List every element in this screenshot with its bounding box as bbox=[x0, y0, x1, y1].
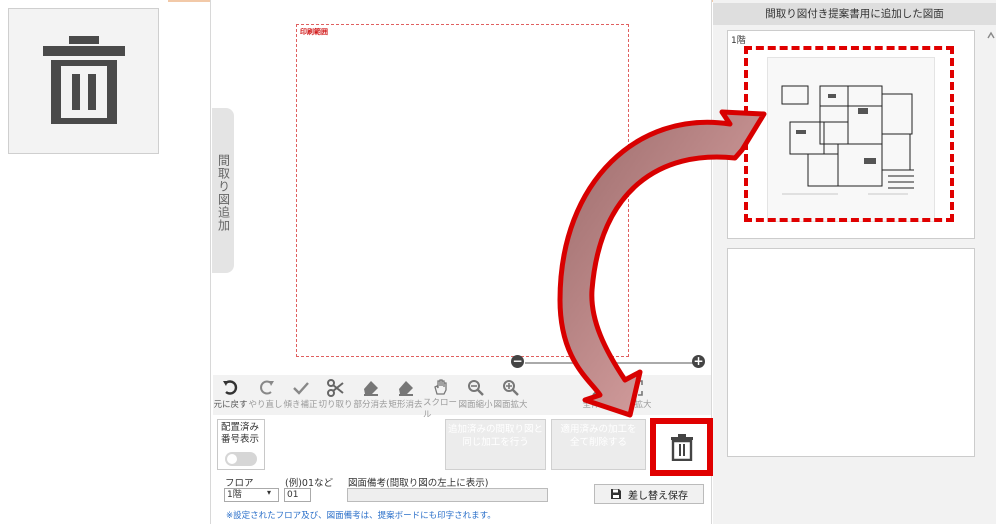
undo-button[interactable]: 元に戻す bbox=[213, 375, 248, 415]
range-zoom-button[interactable]: 範囲拡大 bbox=[617, 375, 652, 415]
empty-drawing-slot bbox=[727, 248, 975, 457]
hand-icon bbox=[432, 378, 450, 396]
apply-same-label-1: 追加済みの間取り図と bbox=[447, 424, 543, 435]
delete-all-label-2: 全て削除する bbox=[569, 437, 627, 448]
zoom-out-icon bbox=[467, 378, 485, 398]
redo-icon bbox=[257, 378, 275, 398]
delete-all-label-1: 適用済みの加工を bbox=[560, 424, 637, 435]
zoom-in-icon bbox=[502, 378, 520, 398]
zoom-out-label: 図面縮小 bbox=[458, 400, 493, 410]
partial-erase-label: 部分消去 bbox=[353, 400, 388, 410]
print-area-canvas[interactable] bbox=[296, 24, 629, 357]
save-icon bbox=[611, 489, 621, 499]
chevron-down-icon[interactable]: ▾ bbox=[267, 488, 271, 497]
zoomed-trash-icon-preview bbox=[8, 8, 159, 154]
delete-drawing-button[interactable] bbox=[650, 418, 713, 476]
crop-label: 切り取り bbox=[318, 400, 353, 410]
scissors-icon bbox=[326, 378, 345, 398]
undo-label: 元に戻す bbox=[213, 400, 248, 410]
trash-icon bbox=[42, 35, 125, 124]
crop-button[interactable]: 切り取り bbox=[318, 375, 353, 415]
zoom-slider-track[interactable] bbox=[525, 362, 695, 364]
added-drawings-header: 間取り図付き提案書用に追加した図面 bbox=[713, 3, 996, 25]
zoom-plus-icon[interactable]: + bbox=[692, 355, 705, 368]
zoom-in-label: 図面拡大 bbox=[493, 400, 528, 410]
scroll-up-icon[interactable] bbox=[987, 30, 995, 70]
print-area-label: 印刷範囲 bbox=[300, 28, 328, 36]
apply-same-label-2: 同じ加工を行う bbox=[462, 437, 529, 448]
rect-erase-label: 矩形消去 bbox=[388, 400, 423, 410]
rect-eraser-icon bbox=[397, 378, 415, 398]
floor-select-value: 1階 bbox=[227, 490, 242, 500]
range-zoom-icon bbox=[626, 378, 644, 398]
fit-all-button[interactable]: 全体表示 bbox=[582, 375, 617, 415]
zoom-out-button[interactable]: 図面縮小 bbox=[458, 375, 493, 415]
tilt-correct-label: 傾き補正 bbox=[283, 400, 318, 410]
add-floorplan-tab[interactable]: 間取り図追加 bbox=[212, 108, 234, 273]
example-label: (例)01など bbox=[285, 478, 334, 489]
undo-icon bbox=[222, 378, 240, 398]
scroll-button[interactable]: スクロール bbox=[423, 375, 458, 420]
redo-label: やり直し bbox=[248, 400, 283, 410]
floor-label: フロア bbox=[225, 478, 254, 489]
partial-erase-button[interactable]: 部分消去 bbox=[353, 375, 388, 415]
fit-icon bbox=[591, 378, 609, 398]
number-display-label-1: 配置済み bbox=[221, 422, 260, 433]
replace-save-button[interactable]: 差し替え保存 bbox=[594, 484, 704, 504]
tilt-correct-button[interactable]: 傾き補正 bbox=[283, 375, 318, 415]
eraser-icon bbox=[362, 378, 380, 398]
zoom-minus-icon[interactable]: − bbox=[511, 355, 524, 368]
highlight-dashed-frame bbox=[744, 46, 954, 222]
number-display-toggle[interactable] bbox=[225, 452, 257, 466]
apply-same-processing-button[interactable]: 追加済みの間取り図と 同じ加工を行う bbox=[445, 419, 546, 470]
fit-all-label: 全体表示 bbox=[582, 400, 617, 410]
number-display-label-2: 番号表示 bbox=[221, 434, 260, 445]
check-icon bbox=[292, 378, 310, 398]
add-floorplan-tab-label: 間取り図追加 bbox=[216, 154, 231, 232]
replace-save-label: 差し替え保存 bbox=[628, 490, 688, 502]
rect-erase-button[interactable]: 矩形消去 bbox=[388, 375, 423, 415]
delete-all-processing-button[interactable]: 適用済みの加工を 全て削除する bbox=[551, 419, 646, 470]
range-zoom-label: 範囲拡大 bbox=[617, 400, 652, 410]
edit-toolbar: 元に戻す やり直し 傾き補正 切り取り 部分消去 矩形消去 スクロール 図面縮小… bbox=[213, 375, 711, 420]
remark-input[interactable] bbox=[347, 488, 548, 502]
redo-button[interactable]: やり直し bbox=[248, 375, 283, 415]
drawing-card-floor-label: 1階 bbox=[731, 36, 746, 46]
print-note: ※設定されたフロア及び、図面備考は、提案ボードにも印字されます。 bbox=[226, 511, 496, 521]
zoom-in-button[interactable]: 図面拡大 bbox=[493, 375, 528, 415]
remark-label: 図面備考(間取り図の左上に表示) bbox=[348, 478, 489, 489]
floor-code-input[interactable]: 01 bbox=[284, 488, 311, 502]
scroll-label: スクロール bbox=[423, 398, 458, 420]
trash-icon bbox=[670, 434, 693, 461]
